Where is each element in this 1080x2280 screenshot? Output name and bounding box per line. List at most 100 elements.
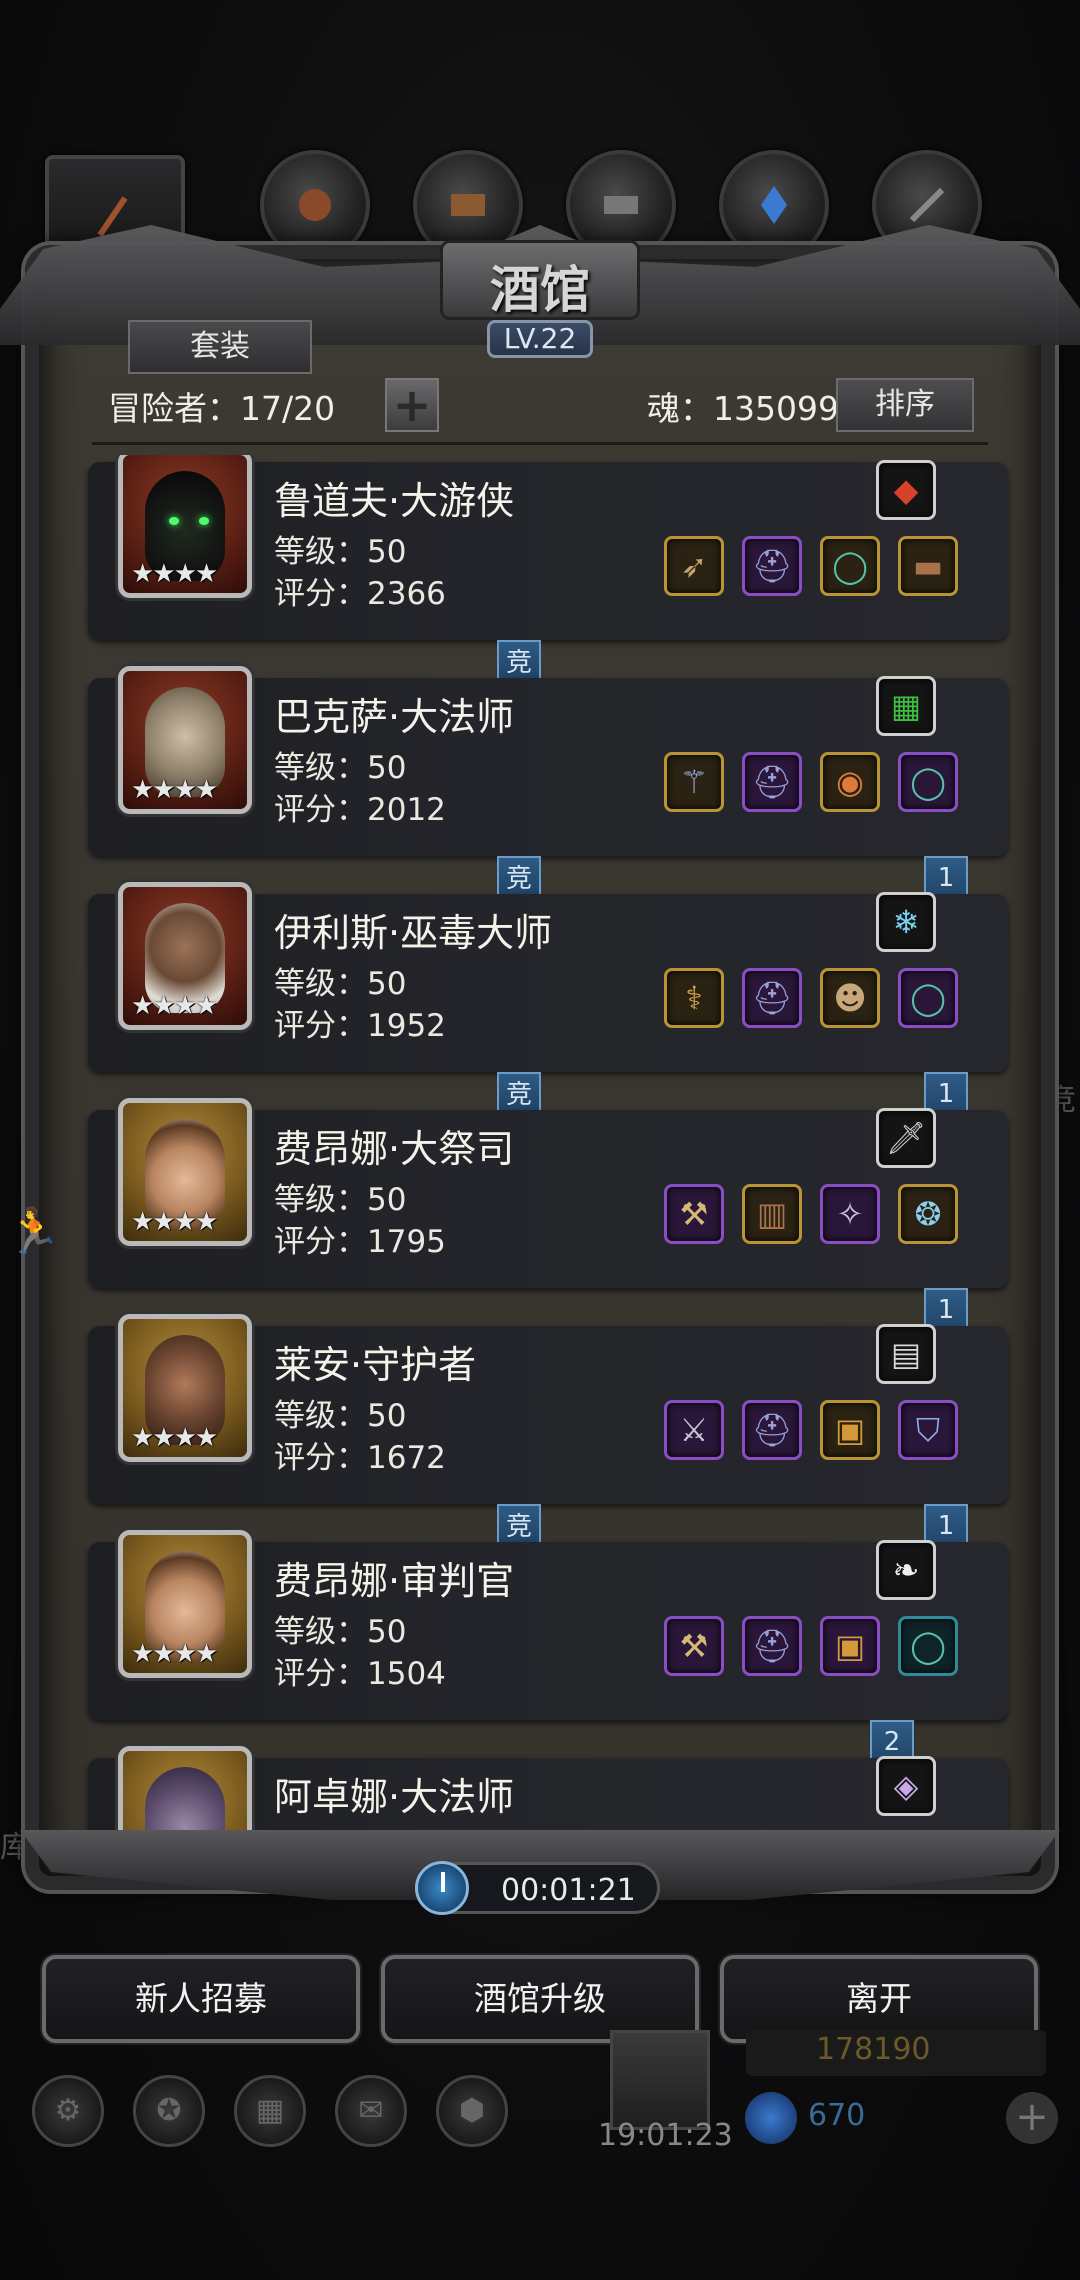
hero-card[interactable]: ★★★★ 费昂娜·审判官等级：50 评分：1504 ❧ ⚒ ⛑ ▣ ◯ <box>88 1530 1008 1720</box>
helmet-icon[interactable]: ⛑ <box>742 752 802 812</box>
hero-face <box>145 1767 225 1840</box>
recruit-button[interactable]: 新人招募 <box>42 1955 360 2043</box>
hero-score: 评分：2366 <box>274 576 446 612</box>
hammer-icon[interactable]: ⚒ <box>664 1184 724 1244</box>
hero-portrait[interactable]: ★★★★ <box>118 666 252 814</box>
clock-icon <box>415 1861 469 1915</box>
hero-card[interactable]: ★★★★ 费昂娜·大祭司等级：50 评分：1795 🗡 ⚒ ▥ ✧ ❂ <box>88 1098 1008 1288</box>
hero-card[interactable]: ★★★★ 巴克萨·大法师等级：50 评分：2012 ▦ ⚚ ⛑ ◉ ◯ <box>88 666 1008 856</box>
ring-icon[interactable]: ◯ <box>898 1616 958 1676</box>
hero-name: 伊利斯·巫毒大师 <box>274 911 553 955</box>
hero-level: 等级：50 <box>274 966 407 1002</box>
adventurer-count: 冒险者：17/20 <box>108 389 336 428</box>
hud-time: 19:01:23 <box>598 2118 733 2153</box>
star-rating: ★★★★ <box>131 559 218 589</box>
planks-icon <box>451 194 485 216</box>
hero-portrait[interactable]: ★★★★ <box>118 455 252 598</box>
hero-score: 评分：1795 <box>274 1224 446 1260</box>
refresh-timer: 00:01:21 <box>415 1861 660 1915</box>
hero-name: 费昂娜·审判官 <box>274 1559 515 1603</box>
hero-name: 巴克萨·大法师 <box>274 695 515 739</box>
ring-icon[interactable]: ◯ <box>820 536 880 596</box>
gift-icon[interactable]: ⬢ <box>436 2075 508 2147</box>
shield-icon[interactable]: ⛉ <box>898 1400 958 1460</box>
hero-name: 阿卓娜·大法师 <box>274 1775 515 1819</box>
tab-blacksmith[interactable] <box>260 150 370 260</box>
hammer-icon[interactable]: ⚒ <box>664 1616 724 1676</box>
add-slot-button[interactable]: + <box>385 378 439 432</box>
hero-level: 等级：50 <box>274 534 407 570</box>
staff-icon[interactable]: ⚕ <box>664 968 724 1028</box>
set-button[interactable]: 套装 <box>128 320 312 374</box>
hero-card[interactable]: 阿卓娜·大法师 ◈ <box>88 1746 1008 1840</box>
tab-magic[interactable] <box>719 150 829 260</box>
tavern-level-badge: LV.22 <box>487 320 593 358</box>
helmet-icon[interactable]: ⛑ <box>742 1616 802 1676</box>
hero-score: 评分：1504 <box>274 1656 446 1692</box>
amulet-icon[interactable]: ◉ <box>820 752 880 812</box>
panel-title: 酒馆 <box>490 260 590 319</box>
helmet-icon[interactable]: ⛑ <box>742 1400 802 1460</box>
mask-icon[interactable]: ☻ <box>820 968 880 1028</box>
green-tome-icon[interactable]: ▦ <box>876 676 936 736</box>
crystal-ring-icon[interactable]: ❂ <box>898 1184 958 1244</box>
feather-icon[interactable]: ❧ <box>876 1540 936 1600</box>
mail-icon[interactable]: ✉ <box>335 2075 407 2147</box>
sort-button[interactable]: 排序 <box>836 378 974 432</box>
glowing-eyes <box>167 517 211 525</box>
hero-level: 等级：50 <box>274 1182 407 1218</box>
staff-icon[interactable]: ⚚ <box>664 752 724 812</box>
bow-icon[interactable]: ➶ <box>664 536 724 596</box>
star-rating: ★★★★ <box>131 1639 218 1669</box>
sword-icon[interactable]: ⚔ <box>664 1400 724 1460</box>
soul-count: 魂：135099 <box>647 389 839 428</box>
hero-portrait[interactable]: ★★★★ <box>118 1098 252 1246</box>
hero-portrait[interactable] <box>118 1746 252 1840</box>
chest-armor-icon[interactable]: ▣ <box>820 1616 880 1676</box>
divider <box>92 442 988 445</box>
ice-shard-icon[interactable]: ❄ <box>876 892 936 952</box>
forge-icon <box>299 189 331 221</box>
chest-icon[interactable] <box>610 2030 710 2130</box>
hero-score: 评分：2012 <box>274 792 446 828</box>
add-currency-button[interactable]: + <box>1006 2092 1058 2144</box>
settings-icon[interactable]: ⚙ <box>32 2075 104 2147</box>
running-figure-icon: 🏃 <box>6 1206 61 1257</box>
hero-portrait[interactable]: ★★★★ <box>118 882 252 1030</box>
hero-score: 评分：1952 <box>274 1008 446 1044</box>
hero-portrait[interactable]: ★★★★ <box>118 1530 252 1678</box>
ring-icon[interactable]: ◯ <box>898 968 958 1028</box>
star-rating: ★★★★ <box>131 991 218 1021</box>
crystal-icon[interactable]: ◈ <box>876 1756 936 1816</box>
hero-name: 鲁道夫·大游侠 <box>274 479 515 523</box>
helmet-icon[interactable]: ⛑ <box>742 536 802 596</box>
chest-armor-icon[interactable]: ▣ <box>820 1400 880 1460</box>
hero-level: 等级：50 <box>274 1398 407 1434</box>
dagger-icon[interactable]: 🗡 <box>876 1108 936 1168</box>
hero-card[interactable]: ★★★★ 莱安·守护者等级：50 评分：1672 ▤ ⚔ ⛑ ▣ ⛉ <box>88 1314 1008 1504</box>
ring-icon[interactable]: ◯ <box>898 752 958 812</box>
star-rating: ★★★★ <box>131 1423 218 1453</box>
achievement-icon[interactable]: ✪ <box>133 2075 205 2147</box>
hero-score: 评分：1672 <box>274 1440 446 1476</box>
hero-level: 等级：50 <box>274 1614 407 1650</box>
gauntlet-icon[interactable]: ▤ <box>876 1324 936 1384</box>
bracer-icon[interactable]: ▬ <box>898 536 958 596</box>
star-rating: ★★★★ <box>131 775 218 805</box>
helmet-icon[interactable]: ⛑ <box>742 968 802 1028</box>
hero-card[interactable]: ★★★★ 伊利斯·巫毒大师等级：50 评分：1952 ❄ ⚕ ⛑ ☻ ◯ <box>88 882 1008 1072</box>
armor-icon[interactable]: ▥ <box>742 1184 802 1244</box>
hero-card[interactable]: ★★★★ 鲁道夫·大游侠等级：50 评分：2366 ◆ ➶ ⛑ ◯ ▬ <box>88 455 1008 640</box>
hero-portrait[interactable]: ★★★★ <box>118 1314 252 1462</box>
red-gem-icon[interactable]: ◆ <box>876 460 936 520</box>
star-rating: ★★★★ <box>131 1207 218 1237</box>
pickaxe-icon <box>909 187 945 223</box>
hero-list[interactable]: ★★★★ 鲁道夫·大游侠 等级：50 评分：2366 ◆ ➶ ⛑ ◯ ▬ 竞 ★★★★ 巴克萨·大法师… <box>52 455 1042 1840</box>
anvil-icon <box>604 196 638 214</box>
calendar-icon[interactable]: ▦ <box>234 2075 306 2147</box>
hero-level: 等级：50 <box>274 750 407 786</box>
hero-name: 莱安·守护者 <box>274 1343 477 1387</box>
hero-name: 费昂娜·大祭司 <box>274 1127 515 1171</box>
necklace-icon[interactable]: ✧ <box>820 1184 880 1244</box>
crystal-icon <box>761 186 787 224</box>
